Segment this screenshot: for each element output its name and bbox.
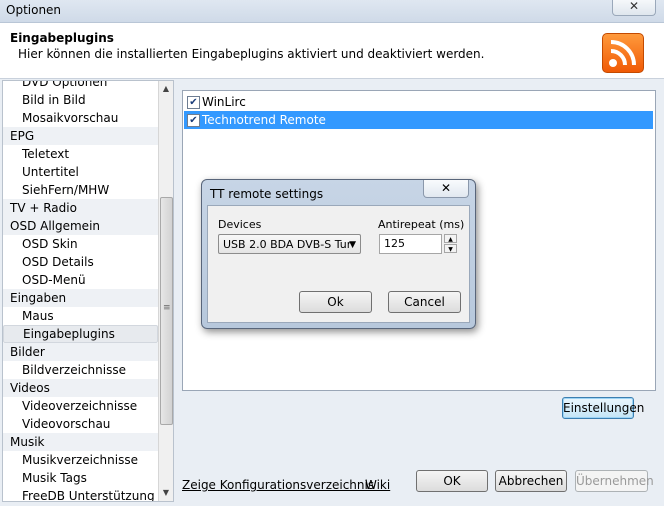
devices-value: USB 2.0 BDA DVB-S Tur: [223, 238, 352, 251]
devices-select[interactable]: USB 2.0 BDA DVB-S Tur ▼: [218, 234, 361, 254]
checkbox-technotrend[interactable]: ✔: [187, 114, 200, 127]
tree-item[interactable]: OSD Details: [3, 253, 158, 271]
config-dir-link[interactable]: Zeige Konfigurationsverzeichnis: [182, 478, 374, 492]
page-subtitle: Hier können die installierten Eingabeplu…: [18, 47, 485, 61]
ok-button[interactable]: OK: [416, 470, 488, 492]
uebernehmen-button[interactable]: Übernehmen: [575, 470, 654, 492]
tree-scrollbar[interactable]: ▲ ≡ ▼: [158, 81, 173, 501]
plugin-label: WinLirc: [202, 95, 246, 109]
tree-item[interactable]: Musikverzeichnisse: [3, 451, 158, 469]
chevron-down-icon: ▼: [349, 240, 356, 250]
tree-item[interactable]: Bildverzeichnisse: [3, 361, 158, 379]
tt-remote-settings-dialog: TT remote settings ✕ Devices Antirepeat …: [201, 179, 476, 329]
dialog-ok-button[interactable]: Ok: [299, 291, 372, 313]
devices-label: Devices: [218, 218, 262, 231]
options-tree[interactable]: DVD Optionen Bild in Bild Mosaikvorschau EP…: [2, 80, 174, 502]
tree-item[interactable]: Untertitel: [3, 163, 158, 181]
tree-category[interactable]: EPG: [3, 127, 158, 145]
dialog-cancel-button[interactable]: Cancel: [388, 291, 461, 313]
options-tree-list: DVD Optionen Bild in Bild Mosaikvorschau EP…: [3, 81, 158, 501]
tree-item[interactable]: OSD-Menü: [3, 271, 158, 289]
tree-item[interactable]: OSD Skin: [3, 235, 158, 253]
dialog-title: TT remote settings: [210, 187, 324, 201]
window-title: Optionen: [6, 3, 62, 17]
tree-item[interactable]: Eingabeplugins: [3, 325, 158, 343]
tree-item[interactable]: Bild in Bild: [3, 91, 158, 109]
spin-up-icon[interactable]: ▲: [444, 234, 457, 243]
title-bar: Optionen ✕: [0, 0, 664, 23]
tree-category[interactable]: Eingaben: [3, 289, 158, 307]
scrollbar-thumb[interactable]: ≡: [160, 197, 173, 425]
scroll-down-icon[interactable]: ▼: [159, 486, 173, 500]
antirepeat-spinner[interactable]: ▲ ▼: [444, 234, 457, 254]
tree-category[interactable]: Musik: [3, 433, 158, 451]
antirepeat-input[interactable]: 125: [379, 234, 442, 254]
tree-item[interactable]: Videovorschau: [3, 415, 158, 433]
scroll-up-icon[interactable]: ▲: [159, 82, 173, 96]
spin-down-icon[interactable]: ▼: [444, 244, 457, 253]
tree-item[interactable]: Videoverzeichnisse: [3, 397, 158, 415]
dialog-close-button[interactable]: ✕: [423, 180, 469, 198]
abbrechen-button[interactable]: Abbrechen: [495, 470, 567, 492]
grip-icon: ≡: [163, 303, 171, 313]
window-close-button[interactable]: ✕: [612, 0, 656, 16]
tree-category[interactable]: OSD Allgemein: [3, 217, 158, 235]
tree-category[interactable]: Videos: [3, 379, 158, 397]
antirepeat-label: Antirepeat (ms): [378, 218, 465, 231]
checkbox-winlirc[interactable]: ✔: [187, 96, 200, 109]
tree-item[interactable]: Maus: [3, 307, 158, 325]
tree-category[interactable]: TV + Radio: [3, 199, 158, 217]
tree-item[interactable]: DVD Optionen: [3, 81, 158, 91]
plugin-label: Technotrend Remote: [202, 113, 326, 127]
plugin-row-winlirc[interactable]: ✔ WinLirc: [184, 93, 653, 111]
tree-item[interactable]: SiehFern/MHW: [3, 181, 158, 199]
wiki-link[interactable]: Wiki: [365, 478, 390, 492]
einstellungen-button[interactable]: Einstellungen: [562, 397, 644, 419]
dialog-body: Devices Antirepeat (ms) USB 2.0 BDA DVB-…: [207, 205, 470, 323]
tree-item[interactable]: FreeDB Unterstützung: [3, 487, 158, 501]
tree-item[interactable]: Musik Tags: [3, 469, 158, 487]
rss-logo-icon: [602, 33, 644, 73]
page-title: Eingabeplugins: [10, 31, 114, 45]
plugin-row-technotrend[interactable]: ✔ Technotrend Remote: [184, 111, 653, 129]
tree-item[interactable]: Teletext: [3, 145, 158, 163]
tree-item[interactable]: Mosaikvorschau: [3, 109, 158, 127]
page-header: Eingabeplugins Hier können die installie…: [0, 23, 664, 79]
tree-category[interactable]: Bilder: [3, 343, 158, 361]
